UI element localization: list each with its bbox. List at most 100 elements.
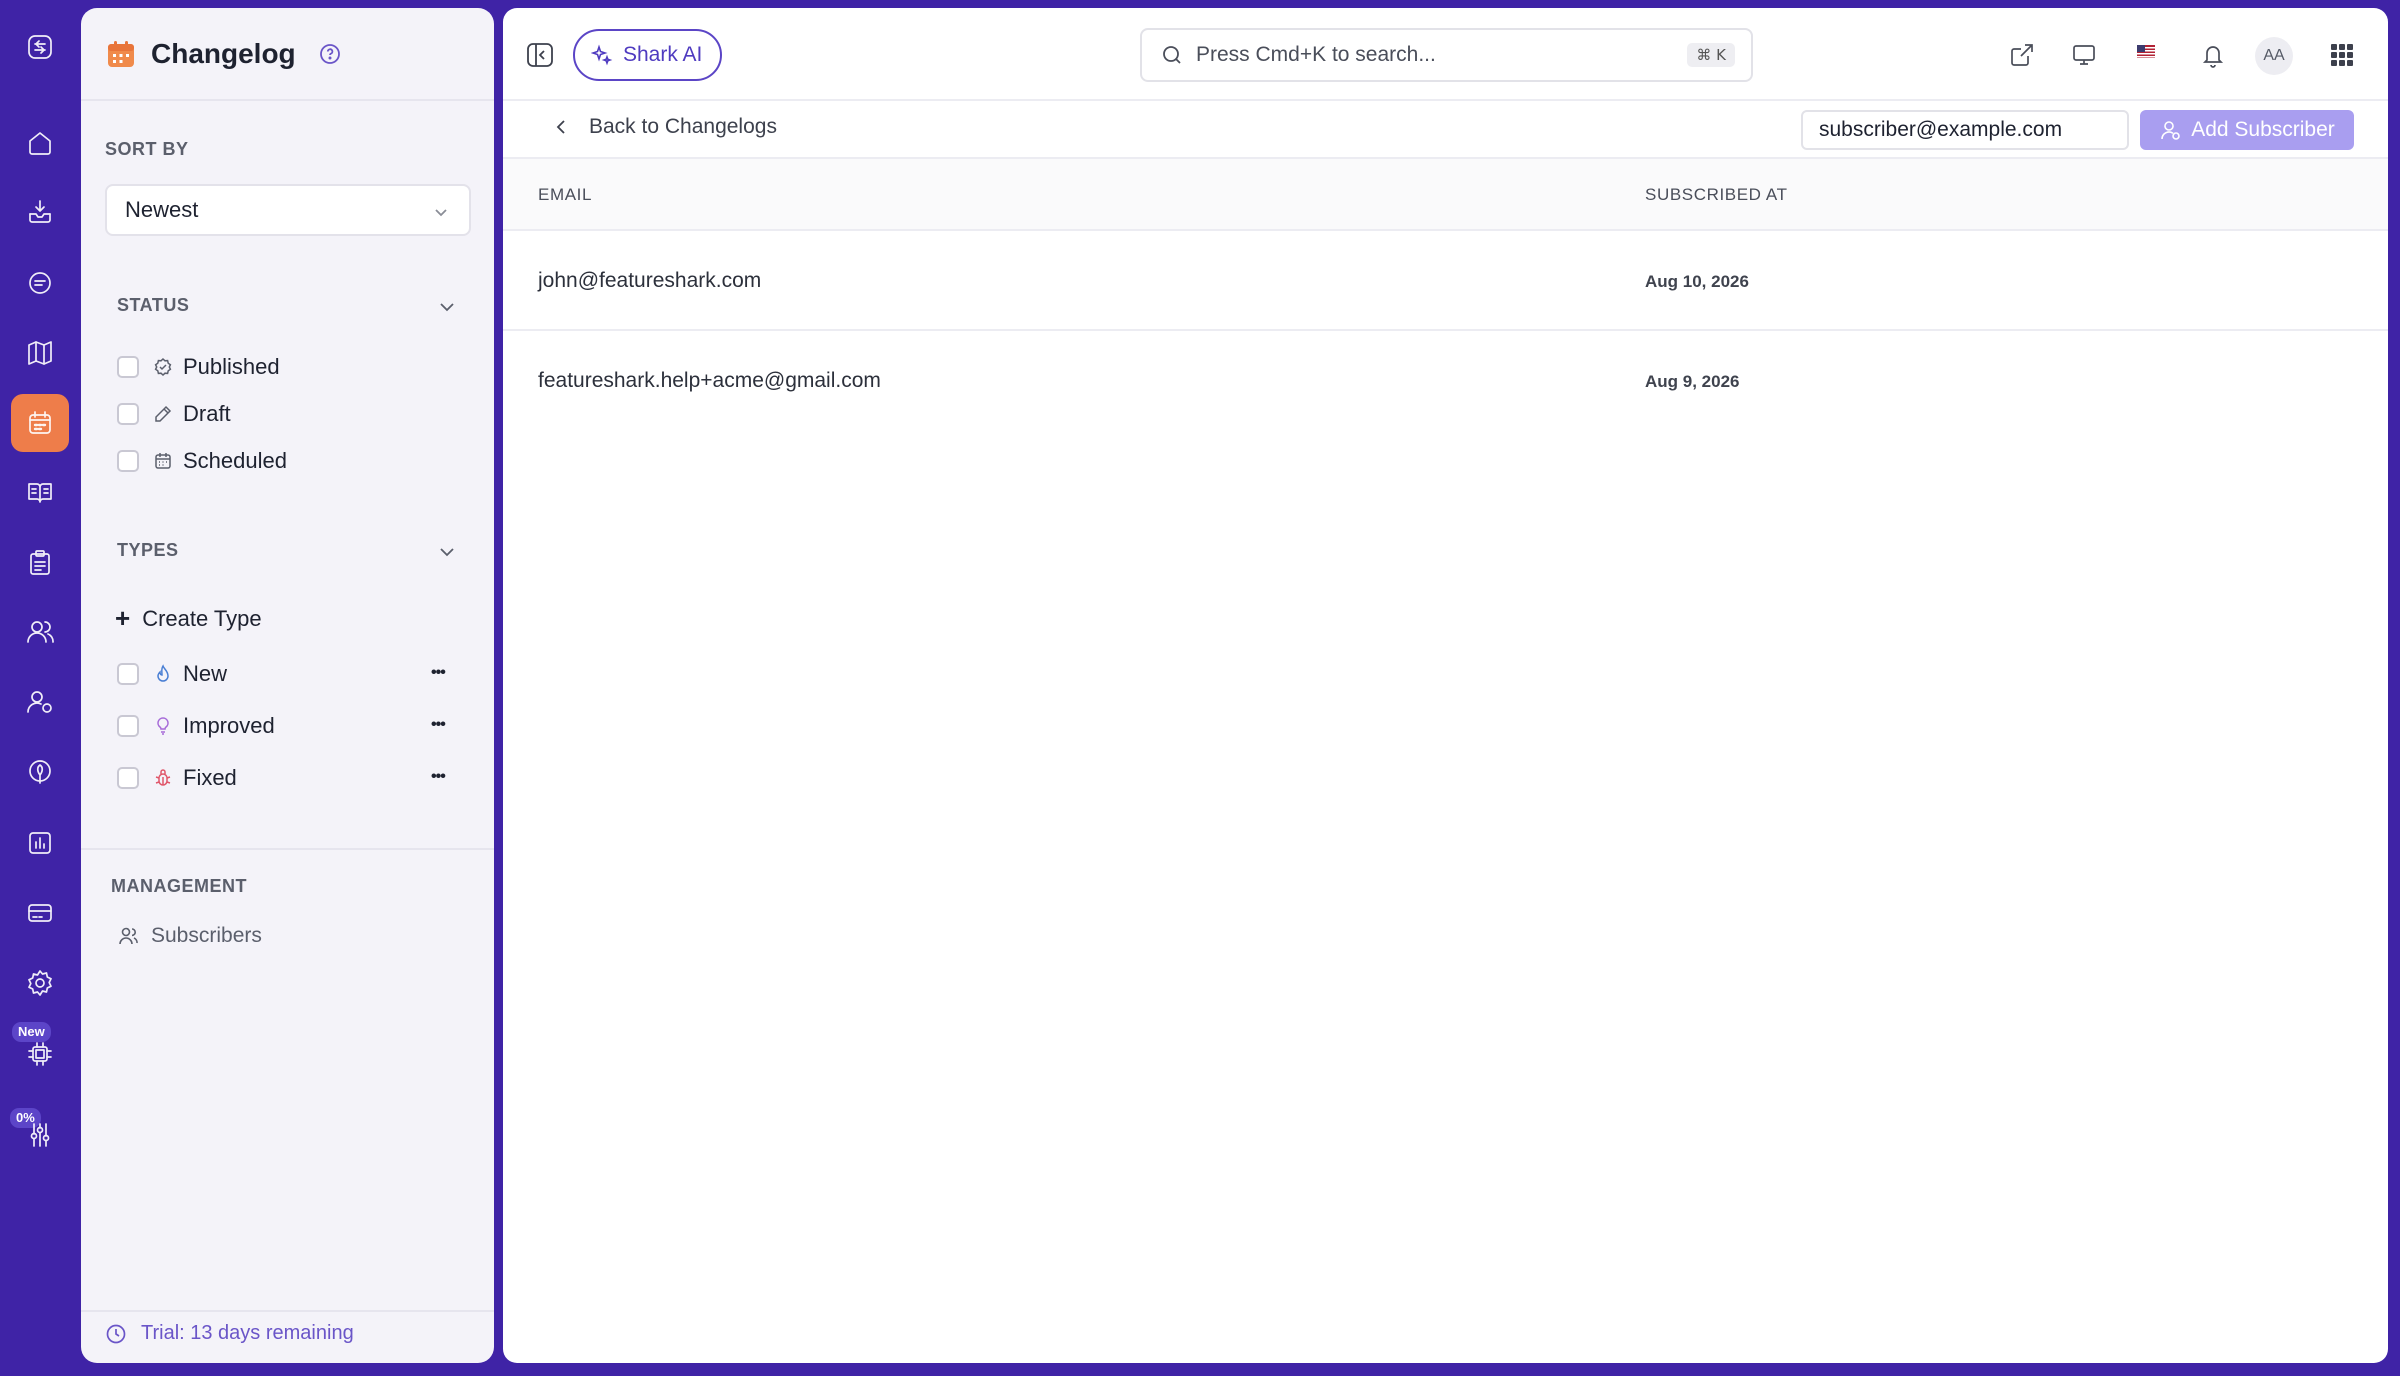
avatar[interactable]: AA [2255, 37, 2293, 75]
column-header-subscribed-at: SUBSCRIBED AT [1645, 185, 1788, 204]
type-label-fixed: Fixed [183, 765, 237, 790]
main-content: Shark AI Press Cmd+K to search... ⌘ K AA… [503, 8, 2388, 1363]
back-label: Back to Changelogs [589, 115, 777, 138]
sub-header: Back to Changelogs Add Subscriber [503, 101, 2388, 159]
subscriber-email: featureshark.help+acme@gmail.com [538, 369, 881, 392]
pencil-icon [155, 405, 172, 422]
trial-divider [81, 1310, 494, 1312]
column-header-email: EMAIL [538, 185, 593, 204]
chip-icon[interactable] [11, 1025, 69, 1083]
search-bar[interactable]: Press Cmd+K to search... ⌘ K [1140, 28, 1753, 82]
bell-icon[interactable] [2199, 41, 2227, 69]
table-row: featureshark.help+acme@gmail.com Aug 9, … [503, 331, 2388, 431]
credit-card-icon[interactable] [11, 884, 69, 942]
user-settings-icon[interactable] [11, 673, 69, 731]
sliders-icon[interactable] [11, 1106, 69, 1164]
help-icon[interactable] [318, 42, 342, 66]
published-checkbox[interactable] [117, 356, 139, 378]
type-filter-fixed[interactable]: Fixed [117, 763, 237, 793]
status-label-published: Published [183, 354, 280, 379]
shark-ai-button[interactable]: Shark AI [573, 29, 723, 81]
type-filter-new[interactable]: New [117, 659, 227, 689]
sort-select[interactable]: Newest [105, 184, 471, 236]
clipboard-icon[interactable] [11, 534, 69, 592]
type-filter-improved[interactable]: Improved [117, 711, 275, 741]
changelog-panel: Changelog SORT BY Newest STATUS Publishe… [81, 8, 494, 1363]
inbox-icon[interactable] [11, 183, 69, 241]
table-header: EMAIL SUBSCRIBED AT [503, 159, 2388, 231]
logo-icon[interactable] [11, 18, 69, 76]
new-type-checkbox[interactable] [117, 663, 139, 685]
top-bar: Shark AI Press Cmd+K to search... ⌘ K AA [503, 8, 2388, 101]
types-collapse-chevron-icon[interactable] [437, 542, 457, 562]
status-label: STATUS [117, 295, 190, 315]
users-icon[interactable] [11, 603, 69, 661]
trial-status[interactable]: Trial: 13 days remaining [105, 1322, 354, 1345]
gear-icon[interactable] [11, 954, 69, 1012]
status-label-draft: Draft [183, 401, 231, 426]
shark-ai-label: Shark AI [623, 43, 703, 66]
plus-icon: + [115, 603, 131, 633]
lightbulb-icon [157, 717, 169, 735]
fixed-type-checkbox[interactable] [117, 767, 139, 789]
search-placeholder: Press Cmd+K to search... [1196, 43, 1436, 66]
app-rail: New 0% [0, 0, 81, 1376]
more-options-fixed[interactable]: ••• [431, 768, 446, 786]
table-row: john@featureshark.com Aug 10, 2026 [503, 231, 2388, 331]
sidebar-toggle-icon[interactable] [525, 40, 555, 70]
more-options-improved[interactable]: ••• [431, 716, 446, 734]
bug-icon [155, 769, 171, 786]
status-filter-draft[interactable]: Draft [117, 399, 231, 429]
changelog-calendar-icon [108, 40, 134, 67]
panel-divider [81, 848, 494, 850]
trial-text: Trial: 13 days remaining [141, 1322, 354, 1344]
subscribed-date: Aug 9, 2026 [1645, 372, 1740, 391]
chevron-left-icon [556, 120, 565, 134]
badge-check-icon [154, 357, 172, 377]
status-filter-scheduled[interactable]: Scheduled [117, 446, 287, 476]
clock-icon [106, 1324, 126, 1343]
add-subscriber-button[interactable]: Add Subscriber [2140, 110, 2354, 150]
more-options-new[interactable]: ••• [431, 664, 446, 682]
subscribed-date: Aug 10, 2026 [1645, 272, 1749, 291]
subscribers-link[interactable]: Subscribers [117, 924, 262, 948]
calendar-small-icon [155, 453, 171, 469]
page-title: Changelog [151, 37, 296, 69]
types-label: TYPES [117, 540, 179, 560]
type-label-improved: Improved [183, 713, 275, 738]
back-to-changelogs-link[interactable]: Back to Changelogs [553, 115, 777, 139]
status-collapse-chevron-icon[interactable] [437, 297, 457, 317]
flame-icon [157, 664, 169, 682]
home-icon[interactable] [11, 114, 69, 172]
calendar-icon[interactable] [11, 394, 69, 452]
subscriber-email-input[interactable] [1801, 110, 2129, 150]
bar-chart-icon[interactable] [11, 814, 69, 872]
user-add-icon [2161, 121, 2181, 140]
improved-type-checkbox[interactable] [117, 715, 139, 737]
panel-header: Changelog [81, 8, 494, 101]
management-label: MANAGEMENT [111, 876, 247, 896]
draft-checkbox[interactable] [117, 403, 139, 425]
chat-icon[interactable] [11, 254, 69, 312]
subscribers-link-label: Subscribers [151, 924, 262, 947]
type-label-new: New [183, 661, 228, 686]
sort-by-label: SORT BY [105, 139, 189, 159]
create-type-button[interactable]: + Create Type [115, 603, 262, 634]
flag-icon[interactable] [2137, 45, 2155, 58]
status-label-scheduled: Scheduled [183, 448, 287, 473]
subscribers-icon [119, 927, 138, 945]
search-shortcut: ⌘ K [1687, 43, 1735, 67]
monitor-icon[interactable] [2070, 41, 2098, 69]
chevron-down-icon [435, 209, 447, 217]
book-icon[interactable] [11, 463, 69, 521]
sparkle-icon [591, 44, 613, 66]
add-subscriber-label: Add Subscriber [2191, 118, 2335, 141]
map-icon[interactable] [11, 324, 69, 382]
rocket-icon[interactable] [11, 743, 69, 801]
status-filter-published[interactable]: Published [117, 352, 280, 382]
apps-grid-icon[interactable] [2328, 41, 2356, 69]
scheduled-checkbox[interactable] [117, 450, 139, 472]
external-link-icon[interactable] [2008, 41, 2036, 69]
sort-select-value: Newest [125, 197, 199, 222]
create-type-label: Create Type [142, 605, 262, 631]
